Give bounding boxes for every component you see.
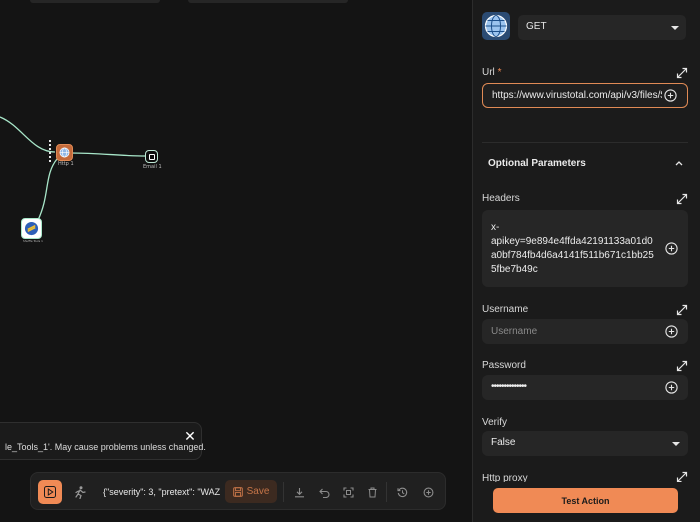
add-variable-icon[interactable] (665, 381, 678, 394)
headers-line-2: apikey=9e894e4ffda42191133a01d0 (491, 236, 653, 247)
close-icon[interactable]: ✕ (183, 429, 197, 443)
warning-toast: le_Tools_1'. May cause problems unless c… (0, 422, 206, 460)
username-label: Username (482, 304, 529, 315)
http-node-icon (56, 144, 73, 161)
edge-start-http (0, 116, 56, 153)
required-mark: * (497, 67, 502, 78)
toolbar-divider (386, 482, 387, 502)
delete-icon[interactable] (361, 481, 383, 503)
chevron-down-icon (671, 26, 679, 30)
url-label: Url * (482, 67, 501, 78)
section-divider (482, 142, 688, 143)
verify-select[interactable]: False (482, 431, 688, 456)
email-node-label: Email 1 (143, 164, 162, 170)
headers-field[interactable]: x- apikey=9e894e4ffda42191133a01d0 a0bf7… (482, 210, 688, 287)
run-icon[interactable] (69, 481, 91, 503)
download-icon[interactable] (288, 481, 310, 503)
add-variable-icon[interactable] (665, 325, 678, 338)
node-email[interactable]: Email 1 (140, 146, 170, 176)
play-icon (44, 486, 56, 498)
headers-line-4: 5fbe7b49c (491, 264, 538, 275)
http-node-label: Http 1 (58, 161, 74, 167)
edge-http-email (69, 152, 147, 157)
save-label: Save (246, 486, 270, 497)
verify-label: Verify (482, 417, 508, 428)
toast-message: le_Tools_1'. May cause problems unless c… (5, 442, 206, 452)
method-value: GET (526, 21, 547, 32)
method-select[interactable]: GET (518, 15, 686, 40)
node-http[interactable]: Http 1 (48, 140, 78, 170)
email-node-icon (145, 150, 158, 163)
play-button[interactable] (38, 480, 62, 504)
expand-icon[interactable] (676, 360, 688, 372)
password-field[interactable]: •••••••••••••• (482, 375, 688, 400)
fit-view-icon[interactable] (337, 481, 359, 503)
globe-icon (482, 12, 510, 40)
save-icon (232, 486, 243, 497)
optional-parameters-title[interactable]: Optional Parameters (488, 158, 586, 169)
workflow-canvas[interactable]: Http 1 Email 1 Shuffle Tools 1 le_Tools_… (0, 0, 472, 522)
save-button[interactable]: Save (225, 480, 277, 503)
username-placeholder: Username (491, 326, 538, 337)
action-settings-panel: GET Url * https://www.virustotal.com/api… (472, 0, 700, 522)
expand-icon[interactable] (676, 193, 688, 205)
node-handle[interactable] (49, 140, 53, 162)
headers-line-1: x- (491, 222, 500, 233)
expand-icon[interactable] (676, 67, 688, 79)
tools-node-icon (21, 218, 42, 239)
url-field[interactable]: https://www.virustotal.com/api/v3/files/… (482, 83, 688, 108)
headers-line-3: a0bf784fb4d6a4141f511b671c1bb25 (491, 250, 654, 261)
headers-label: Headers (482, 193, 520, 204)
expand-icon[interactable] (676, 304, 688, 316)
verify-value: False (491, 437, 516, 448)
add-variable-icon[interactable] (665, 242, 678, 255)
url-value: https://www.virustotal.com/api/v3/files/… (492, 90, 662, 101)
test-action-button[interactable]: Test Action (493, 488, 678, 513)
password-label: Password (482, 360, 526, 371)
history-icon[interactable] (391, 481, 413, 503)
username-field[interactable]: Username (482, 319, 688, 344)
execution-argument-input[interactable]: {"severity": 3, "pretext": "WAZ (103, 482, 223, 502)
undo-icon[interactable] (313, 481, 335, 503)
toolbar-divider (283, 482, 284, 502)
password-value: •••••••••••••• (491, 381, 527, 392)
add-variable-icon[interactable] (664, 89, 677, 102)
zoom-in-icon[interactable] (417, 481, 439, 503)
url-label-text: Url (482, 67, 495, 78)
chevron-down-icon (672, 442, 680, 446)
tools-node-label: Shuffle Tools 1 (23, 240, 43, 244)
workflow-toolbar: {"severity": 3, "pretext": "WAZ Save (30, 472, 446, 510)
node-shuffle-tools[interactable]: Shuffle Tools 1 (18, 216, 48, 246)
chevron-up-icon[interactable] (674, 159, 684, 167)
